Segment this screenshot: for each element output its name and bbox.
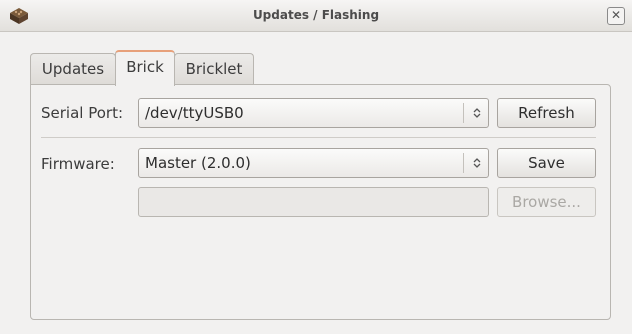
tab-bricklet[interactable]: Bricklet <box>174 53 254 85</box>
firmware-value: Master (2.0.0) <box>145 154 251 172</box>
updates-flashing-window: Updates / Flashing ✕ Updates Brick Brick… <box>0 0 632 334</box>
firmware-combobox[interactable]: Master (2.0.0) <box>138 148 489 178</box>
close-button[interactable]: ✕ <box>607 7 625 25</box>
brick-tab-panel: Serial Port: /dev/ttyUSB0 Refresh Firmwa… <box>30 84 611 320</box>
combo-separator <box>463 153 464 173</box>
section-divider <box>41 137 596 138</box>
refresh-button[interactable]: Refresh <box>497 98 596 128</box>
firmware-label: Firmware: <box>41 155 115 173</box>
combo-arrows-icon <box>472 99 482 127</box>
save-button[interactable]: Save <box>497 148 596 178</box>
serial-port-label: Serial Port: <box>41 104 124 122</box>
browse-button[interactable]: Browse... <box>497 187 596 217</box>
close-icon: ✕ <box>610 8 622 22</box>
window-title: Updates / Flashing <box>252 8 380 22</box>
combo-arrows-icon <box>472 149 482 177</box>
tab-brick[interactable]: Brick <box>115 50 175 86</box>
title-bar: Updates / Flashing ✕ <box>0 0 632 32</box>
combo-separator <box>463 103 464 123</box>
custom-firmware-path-field[interactable] <box>138 187 489 217</box>
tab-updates[interactable]: Updates <box>30 53 116 85</box>
serial-port-combobox[interactable]: /dev/ttyUSB0 <box>138 98 489 128</box>
serial-port-value: /dev/ttyUSB0 <box>145 104 244 122</box>
